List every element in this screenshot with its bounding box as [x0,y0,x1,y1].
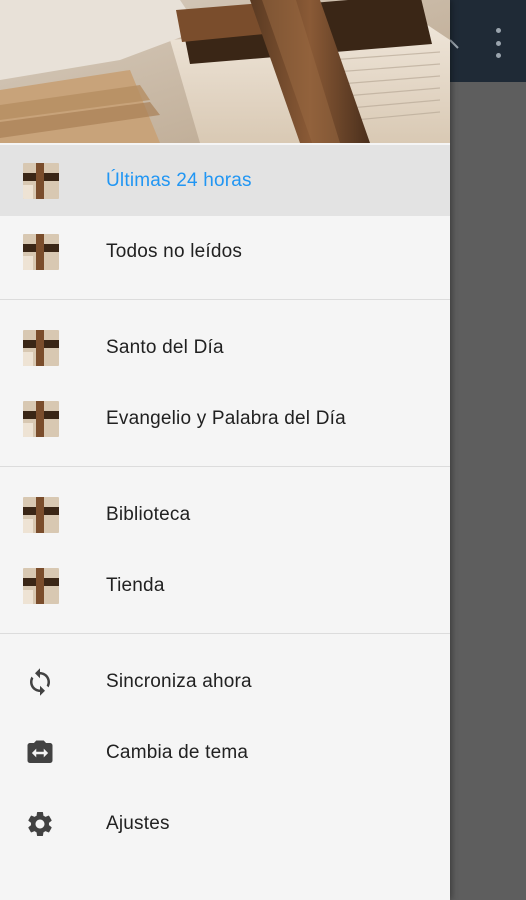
drawer-item-label: Evangelio y Palabra del Día [106,407,346,429]
drawer-item-cambia-de-tema[interactable]: Cambia de tema [0,717,450,788]
drawer-section-feeds: Últimas 24 horas Todos no leídos [0,143,450,287]
drawer-item-ajustes[interactable]: Ajustes [0,788,450,859]
drawer-item-label: Todos no leídos [106,240,243,262]
feed-thumbnail-icon [23,162,59,199]
drawer-section-extras: Biblioteca Tienda [0,479,450,621]
drawer-header-image [0,0,450,143]
drawer-item-label: Ajustes [106,812,170,834]
sync-icon [24,666,56,698]
feed-thumbnail-icon [23,400,59,437]
feed-thumbnail-icon [23,329,59,366]
drawer-item-label: Sincroniza ahora [106,670,252,692]
feed-thumbnail-icon [23,567,59,604]
navigation-drawer: Últimas 24 horas Todos no leídos Santo d… [0,0,450,900]
drawer-divider [0,299,450,300]
drawer-section-categories: Santo del Día Evangelio y Palabra del Dí… [0,312,450,454]
feed-thumbnail-icon [23,496,59,533]
feed-thumbnail-icon [23,233,59,270]
drawer-item-todos-no-leidos[interactable]: Todos no leídos [0,216,450,287]
drawer-item-sincroniza-ahora[interactable]: Sincroniza ahora [0,646,450,717]
drawer-item-tienda[interactable]: Tienda [0,550,450,621]
switch-theme-icon [24,737,56,769]
drawer-scrim[interactable] [450,82,526,900]
drawer-item-label: Últimas 24 horas [106,169,252,191]
drawer-divider [0,466,450,467]
drawer-item-santo-del-dia[interactable]: Santo del Día [0,312,450,383]
drawer-divider [0,633,450,634]
drawer-item-evangelio[interactable]: Evangelio y Palabra del Día [0,383,450,454]
drawer-item-biblioteca[interactable]: Biblioteca [0,479,450,550]
drawer-section-actions: Sincroniza ahora Cambia de tema Ajustes [0,646,450,859]
settings-icon [24,808,56,840]
drawer-item-label: Tienda [106,574,165,596]
drawer-item-label: Santo del Día [106,336,224,358]
more-vert-icon[interactable] [486,28,510,58]
drawer-item-ultimas-24-horas[interactable]: Últimas 24 horas [0,145,450,216]
drawer-item-label: Biblioteca [106,503,191,525]
drawer-item-label: Cambia de tema [106,741,249,763]
